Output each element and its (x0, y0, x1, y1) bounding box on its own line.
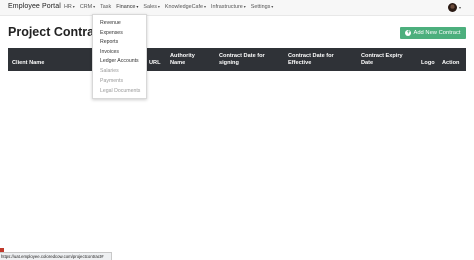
brand-link[interactable]: Employee Portal (8, 3, 61, 10)
menu-item-reports[interactable]: Reports (100, 39, 118, 45)
nav-item-label: Task (100, 4, 112, 10)
nav-item-label: HR (64, 4, 72, 10)
nav-item-label: Finance (116, 4, 136, 10)
nav-item-settings[interactable]: Settings▾ (251, 4, 274, 10)
top-navbar: Employee Portal HR▾ CRM▾ Task Finance▾ S… (0, 0, 474, 16)
column-header-action: Action (442, 60, 460, 66)
menu-item-salaries: Salaries (100, 68, 119, 74)
nav-item-hr[interactable]: HR▾ (64, 4, 75, 10)
chevron-down-icon: ▾ (271, 4, 274, 9)
nav-item-label: Settings (250, 4, 271, 10)
menu-item-payments: Payments (100, 78, 124, 84)
menu-item-ledger-accounts[interactable]: Ledger Accounts (100, 58, 139, 64)
browser-status-bar: https://uat.employee.coloredcow.com/proj… (0, 252, 112, 260)
page-title: Project Contract (8, 25, 106, 39)
nav-item-infrastructure[interactable]: Infrastructure▾ (211, 4, 246, 10)
column-header-client-name: Client Name (12, 60, 45, 66)
contracts-table-header: Client Name URL Authority Name Contract … (8, 48, 466, 71)
nav-item-crm[interactable]: CRM▾ (80, 4, 95, 10)
add-new-contract-label: Add New Contract (413, 30, 461, 36)
menu-item-expenses[interactable]: Expenses (100, 30, 123, 36)
nav-item-task[interactable]: Task (100, 4, 111, 10)
plus-circle-icon: + (405, 30, 412, 36)
user-menu-chevron-down-icon[interactable]: ▾ (459, 5, 461, 10)
column-header-url: URL (149, 60, 161, 66)
column-header-contract-expiry-date: Contract Expiry Date (361, 53, 403, 66)
chevron-down-icon: ▾ (136, 4, 139, 9)
nav-item-label: Sales (143, 4, 157, 10)
column-header-contract-date-effective: Contract Date for Effective (288, 53, 334, 66)
column-header-contract-date-signing: Contract Date for signing (219, 53, 265, 66)
column-header-authority-name: Authority Name (170, 53, 195, 66)
menu-item-revenue[interactable]: Revenue (100, 20, 121, 26)
finance-dropdown-menu: Revenue Expenses Reports Invoices Ledger… (92, 14, 147, 99)
chevron-down-icon: ▾ (93, 4, 96, 9)
column-header-logo: Logo (421, 60, 435, 66)
nav-item-finance[interactable]: Finance▾ (116, 4, 138, 10)
menu-item-invoices[interactable]: Invoices (100, 49, 119, 55)
menu-item-legal-documents: Legal Documents (100, 88, 141, 94)
add-new-contract-button[interactable]: + Add New Contract (400, 27, 466, 39)
nav-item-knowledgecafe[interactable]: KnowledgeCafe▾ (165, 4, 206, 10)
chevron-down-icon: ▾ (157, 4, 160, 9)
main-nav: HR▾ CRM▾ Task Finance▾ Sales▾ KnowledgeC… (64, 4, 278, 10)
chevron-down-icon: ▾ (243, 4, 246, 9)
nav-item-label: KnowledgeCafe (164, 4, 203, 10)
user-avatar[interactable] (448, 3, 457, 12)
chevron-down-icon: ▾ (203, 4, 206, 9)
nav-item-label: Infrastructure (211, 4, 243, 10)
nav-item-label: CRM (79, 4, 93, 10)
chevron-down-icon: ▾ (72, 4, 75, 9)
nav-item-sales[interactable]: Sales▾ (143, 4, 160, 10)
